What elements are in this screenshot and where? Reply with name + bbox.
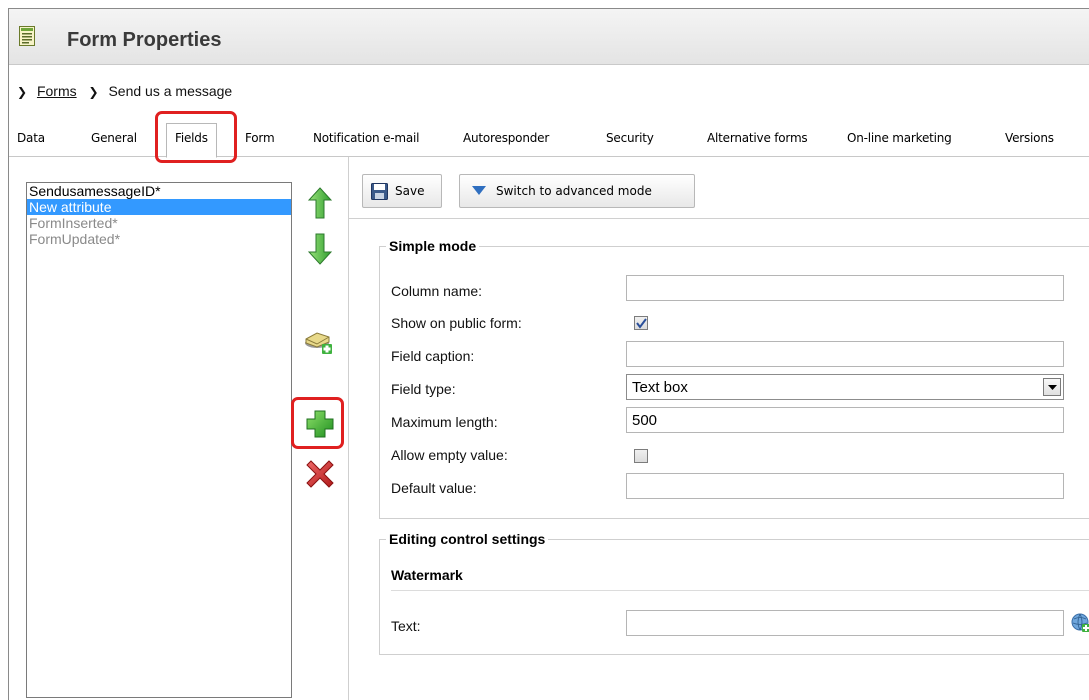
breadcrumb: ❯ Forms ❯ Send us a message (17, 83, 232, 99)
tab-form[interactable]: Form (245, 131, 275, 145)
localize-globe-icon[interactable] (1071, 613, 1089, 633)
tab-online-marketing[interactable]: On-line marketing (847, 131, 952, 145)
list-item[interactable]: FormUpdated* (27, 231, 291, 247)
simple-mode-fieldset: Simple mode Column name: Show on public … (379, 238, 1089, 519)
field-editor-panel: Save Switch to advanced mode Simple mode… (349, 157, 1089, 700)
watermark-heading: Watermark (391, 567, 463, 583)
watermark-text-label: Text: (391, 618, 421, 634)
delete-field-icon[interactable] (306, 460, 334, 488)
title-bar: Form Properties (9, 9, 1089, 65)
page-title: Form Properties (67, 29, 222, 51)
new-category-icon[interactable] (303, 325, 333, 355)
save-button-label: Save (395, 184, 425, 198)
tab-security[interactable]: Security (606, 131, 654, 145)
column-name-field[interactable] (626, 275, 1064, 301)
editing-control-settings-legend: Editing control settings (386, 531, 549, 547)
toolbar: Save Switch to advanced mode (349, 157, 1089, 219)
fields-tab-highlight (155, 111, 237, 163)
field-caption-label: Field caption: (391, 348, 475, 364)
chevron-right-icon: ❯ (17, 85, 28, 99)
floppy-disk-icon (371, 183, 388, 200)
switch-to-advanced-mode-button[interactable]: Switch to advanced mode (459, 174, 695, 208)
fields-panel: SendusamessageID* New attribute FormInse… (9, 157, 349, 700)
chevron-right-icon: ❯ (88, 85, 99, 99)
field-caption-field[interactable] (626, 341, 1064, 367)
tab-general[interactable]: General (91, 131, 137, 145)
default-value-label: Default value: (391, 480, 477, 496)
maximum-length-field[interactable] (626, 407, 1064, 433)
allow-empty-value-checkbox[interactable] (634, 449, 648, 463)
tab-alternative-forms[interactable]: Alternative forms (707, 131, 808, 145)
field-type-label: Field type: (391, 381, 456, 397)
simple-mode-legend: Simple mode (386, 238, 480, 254)
list-item[interactable]: SendusamessageID* (27, 183, 291, 199)
move-down-icon[interactable] (308, 233, 332, 265)
list-item[interactable]: New attribute (27, 199, 291, 215)
fields-listbox[interactable]: SendusamessageID* New attribute FormInse… (26, 182, 292, 698)
show-on-public-form-checkbox[interactable] (634, 316, 648, 330)
list-item[interactable]: FormInserted* (27, 215, 291, 231)
tab-autoresponder[interactable]: Autoresponder (463, 131, 549, 145)
watermark-text-field[interactable] (626, 610, 1064, 636)
form-properties-window: Form Properties ❯ Forms ❯ Send us a mess… (8, 8, 1089, 700)
tab-data[interactable]: Data (17, 131, 45, 145)
add-field-highlight (291, 397, 344, 449)
switch-to-advanced-mode-label: Switch to advanced mode (496, 184, 652, 198)
chevron-down-icon (472, 186, 486, 195)
divider (391, 590, 1089, 591)
field-type-select[interactable]: Text box (626, 374, 1064, 400)
move-up-icon[interactable] (308, 187, 332, 219)
show-on-public-form-label: Show on public form: (391, 315, 522, 331)
checkmark-icon (636, 318, 647, 329)
breadcrumb-current: Send us a message (108, 83, 233, 99)
default-value-field[interactable] (626, 473, 1064, 499)
field-type-value: Text box (632, 379, 688, 396)
save-button[interactable]: Save (362, 174, 442, 208)
maximum-length-label: Maximum length: (391, 414, 498, 430)
dropdown-arrow-icon[interactable] (1043, 378, 1061, 396)
editing-control-settings-fieldset: Editing control settings Watermark Text: (379, 531, 1089, 655)
column-name-label: Column name: (391, 283, 483, 299)
tab-notification-email[interactable]: Notification e-mail (313, 131, 419, 145)
form-document-icon (19, 26, 35, 46)
allow-empty-value-label: Allow empty value: (391, 447, 508, 463)
tab-versions[interactable]: Versions (1005, 131, 1054, 145)
breadcrumb-forms-link[interactable]: Forms (37, 83, 77, 99)
